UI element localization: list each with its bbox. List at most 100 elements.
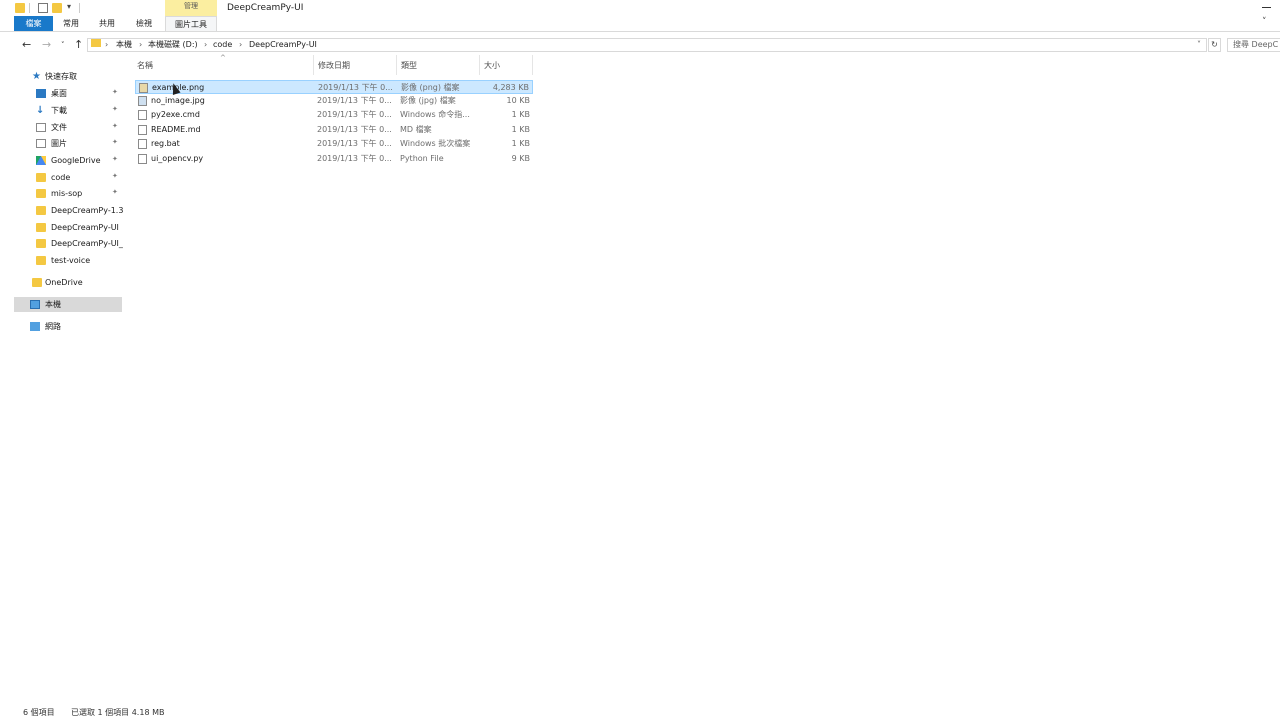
chevron-right-icon[interactable]: ›: [105, 40, 108, 50]
file-name: no_image.jpg: [151, 96, 205, 105]
chevron-down-icon[interactable]: ˅: [1262, 17, 1267, 27]
status-selection: 已選取 1 個項目 4.18 MB: [71, 708, 165, 717]
nav-item-downloads[interactable]: ↓ 下載 ✦: [14, 103, 122, 118]
nav-item-code[interactable]: code ✦: [14, 170, 122, 185]
back-arrow-icon[interactable]: ←: [22, 38, 31, 52]
file-modified: 2019/1/13 下午 0...: [317, 110, 392, 119]
nav-label: 快速存取: [45, 72, 77, 81]
nav-label: 下載: [51, 106, 67, 115]
column-header-size[interactable]: 大小: [484, 60, 500, 72]
column-header-modified[interactable]: 修改日期: [318, 60, 350, 72]
file-row[interactable]: py2exe.cmd 2019/1/13 下午 0... Windows 命令指…: [135, 108, 533, 122]
folder-icon: [36, 239, 46, 248]
command-file-icon: [138, 110, 147, 120]
file-row[interactable]: ui_opencv.py 2019/1/13 下午 0... Python Fi…: [135, 152, 533, 166]
column-divider[interactable]: [532, 55, 533, 75]
file-row[interactable]: reg.bat 2019/1/13 下午 0... Windows 批次檔案 1…: [135, 137, 533, 151]
nav-label: mis-sop: [51, 189, 83, 198]
nav-item-test-voice[interactable]: test-voice: [14, 253, 122, 268]
nav-label: test-voice: [51, 256, 91, 265]
tab-file[interactable]: 檔案: [14, 16, 53, 31]
refresh-icon[interactable]: ↻: [1208, 38, 1221, 52]
folder-icon: [36, 173, 46, 182]
nav-item-deepcreampy-ui[interactable]: DeepCreamPy-UI: [14, 220, 122, 235]
nav-item-mis-sop[interactable]: mis-sop ✦: [14, 186, 122, 201]
chevron-right-icon[interactable]: ›: [204, 40, 207, 50]
file-size: 1 KB: [511, 125, 530, 134]
file-modified: 2019/1/13 下午 0...: [317, 125, 392, 134]
folder-icon: [15, 3, 25, 13]
nav-label: DeepCreamPy-UI_: [51, 239, 123, 248]
properties-icon[interactable]: [38, 3, 48, 13]
column-header-name[interactable]: 名稱: [137, 60, 153, 72]
navigation-pane: ★ 快速存取 桌面 ✦ ↓ 下載 ✦ 文件 ✦ 圖片 ✦ GoogleDrive…: [14, 64, 124, 694]
breadcrumb-this-pc[interactable]: 本機: [116, 40, 132, 50]
file-row[interactable]: README.md 2019/1/13 下午 0... MD 檔案 1 KB: [135, 123, 533, 137]
chevron-down-icon[interactable]: ▾: [67, 2, 71, 11]
nav-item-deepcreampy-ui-copy[interactable]: DeepCreamPy-UI_: [14, 236, 123, 251]
pin-icon[interactable]: ✦: [112, 88, 118, 96]
column-divider[interactable]: [313, 55, 314, 75]
nav-item-desktop[interactable]: 桌面 ✦: [14, 86, 122, 101]
nav-label: DeepCreamPy-1.3: [51, 206, 124, 215]
folder-icon: [36, 206, 46, 215]
nav-onedrive[interactable]: OneDrive: [14, 275, 122, 290]
pin-icon[interactable]: ✦: [112, 172, 118, 180]
python-file-icon: [138, 154, 147, 164]
file-name: ui_opencv.py: [151, 154, 204, 163]
tab-view[interactable]: 檢視: [128, 16, 160, 31]
pin-icon[interactable]: ✦: [112, 188, 118, 196]
file-type: Python File: [400, 154, 444, 163]
recent-locations-chevron-icon[interactable]: ˅: [61, 38, 65, 52]
folder-icon: [36, 189, 46, 198]
nav-item-pictures[interactable]: 圖片 ✦: [14, 136, 122, 151]
breadcrumb-code[interactable]: code: [213, 40, 232, 50]
document-icon: [36, 123, 46, 132]
file-name: README.md: [151, 125, 201, 134]
file-row[interactable]: no_image.jpg 2019/1/13 下午 0... 影像 (jpg) …: [135, 94, 533, 108]
context-tab-manage[interactable]: 管理: [165, 0, 217, 16]
chevron-right-icon[interactable]: ›: [239, 40, 242, 50]
status-item-count: 6 個項目: [23, 708, 55, 717]
onedrive-folder-icon: [32, 278, 42, 287]
file-size: 1 KB: [511, 110, 530, 119]
pin-icon[interactable]: ✦: [112, 138, 118, 146]
tab-home[interactable]: 常用: [55, 16, 87, 31]
chevron-right-icon[interactable]: ›: [139, 40, 142, 50]
column-header-type[interactable]: 類型: [401, 60, 417, 72]
file-type: Windows 命令指...: [400, 110, 470, 119]
file-modified: 2019/1/13 下午 0...: [317, 139, 392, 148]
nav-quick-access[interactable]: ★ 快速存取: [14, 69, 122, 84]
pin-icon[interactable]: ✦: [112, 155, 118, 163]
column-divider[interactable]: [396, 55, 397, 75]
nav-item-documents[interactable]: 文件 ✦: [14, 120, 122, 135]
file-name: reg.bat: [151, 139, 180, 148]
pin-icon[interactable]: ✦: [112, 122, 118, 130]
window-title: DeepCreamPy-UI: [227, 3, 304, 13]
nav-item-deepcreampy-1-3[interactable]: DeepCreamPy-1.3: [14, 203, 124, 218]
file-size: 4,283 KB: [492, 83, 529, 92]
pin-icon[interactable]: ✦: [112, 105, 118, 113]
minimize-button[interactable]: [1258, 0, 1280, 16]
new-folder-icon[interactable]: [52, 3, 62, 13]
forward-arrow-icon[interactable]: →: [42, 38, 51, 52]
column-divider[interactable]: [479, 55, 480, 75]
nav-label: 圖片: [51, 139, 67, 148]
tab-share[interactable]: 共用: [91, 16, 123, 31]
nav-this-pc[interactable]: 本機: [14, 297, 122, 312]
nav-label: 桌面: [51, 89, 67, 98]
tab-picture-tools[interactable]: 圖片工具: [165, 16, 217, 31]
nav-network[interactable]: 網路: [14, 319, 122, 334]
breadcrumb-current-folder[interactable]: DeepCreamPy-UI: [249, 40, 317, 50]
desktop-icon: [36, 89, 46, 98]
folder-icon: [36, 223, 46, 232]
search-input[interactable]: 搜尋 DeepC: [1227, 38, 1280, 52]
computer-icon: [30, 300, 40, 309]
google-drive-icon: [36, 156, 46, 165]
nav-item-googledrive[interactable]: GoogleDrive ✦: [14, 153, 122, 168]
title-bar: ▾ 管理 DeepCreamPy-UI: [0, 0, 1280, 16]
breadcrumb-drive-d[interactable]: 本機磁碟 (D:): [148, 40, 198, 50]
file-row[interactable]: example.png 2019/1/13 下午 0... 影像 (png) 檔…: [135, 80, 533, 94]
chevron-down-icon[interactable]: ˅: [1197, 40, 1201, 49]
up-arrow-icon[interactable]: ↑: [74, 38, 83, 52]
